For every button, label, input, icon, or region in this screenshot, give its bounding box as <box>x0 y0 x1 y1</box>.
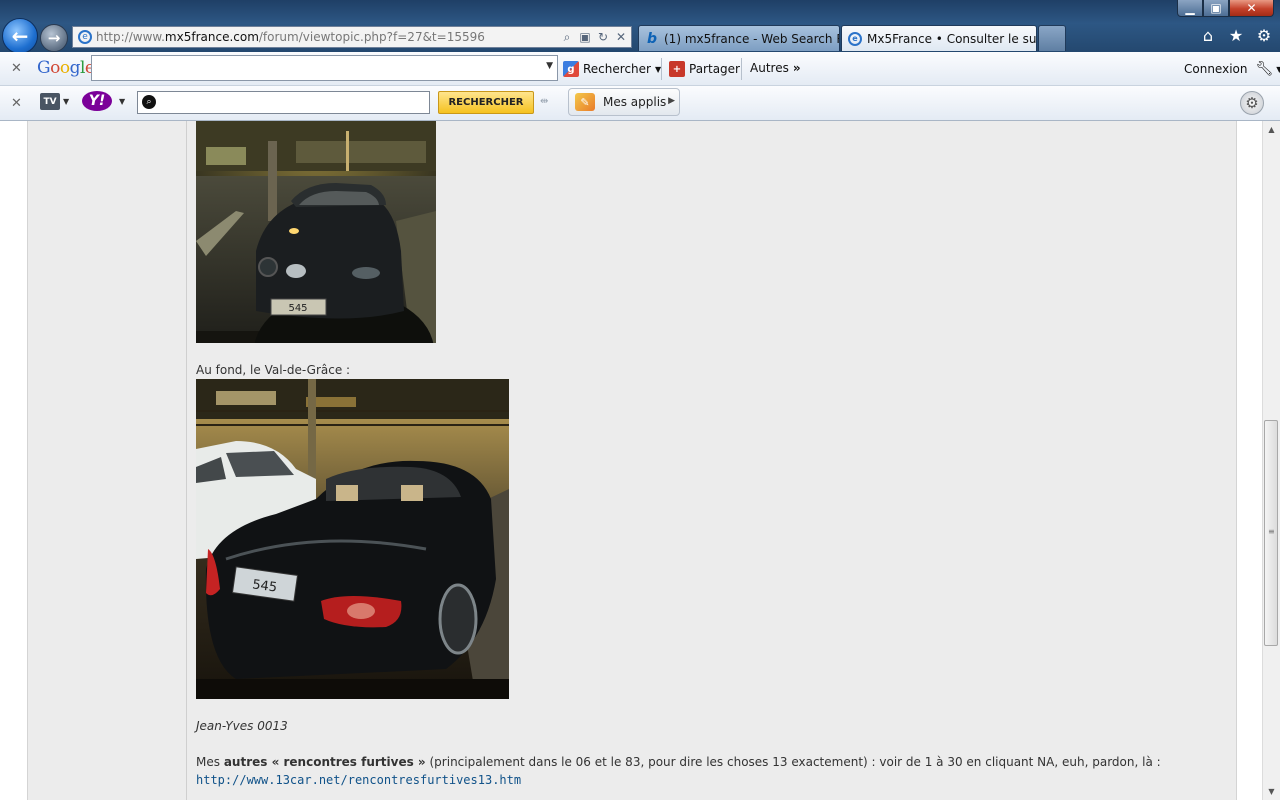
scrollbar-thumb[interactable]: ≡ <box>1264 420 1278 646</box>
logo-letter: g <box>69 58 81 78</box>
title-bar: ← → e http://www.mx5france.com/forum/vie… <box>0 0 1280 54</box>
car-front-photo[interactable]: 545 <box>196 121 436 343</box>
google-rechercher-button[interactable]: g Rechercher ▼ <box>563 61 661 77</box>
close-toolbar-icon[interactable]: ✕ <box>11 96 22 111</box>
close-toolbar-icon[interactable]: ✕ <box>11 61 22 76</box>
mes-applis-label: Mes applis <box>603 95 667 109</box>
chevron-down-icon[interactable]: ▼ <box>119 97 125 106</box>
search-dropdown-icon[interactable]: ⌕ <box>559 30 575 45</box>
car-rear-photo-svg: 545 <box>196 379 509 699</box>
autres-button[interactable]: Autres » <box>750 61 801 75</box>
post-divider <box>186 121 187 800</box>
yahoo-logo[interactable]: Y! <box>82 91 112 111</box>
logo-letter: G <box>37 58 51 78</box>
bing-icon: b <box>646 30 658 47</box>
car-rear-photo[interactable]: 545 <box>196 379 509 699</box>
double-chevron-icon: » <box>792 61 801 75</box>
close-button[interactable]: ✕ <box>1229 0 1274 17</box>
tab-bing-search[interactable]: b (1) mx5france - Web Search Re... <box>638 25 840 51</box>
tools-gear-icon[interactable]: ⚙ <box>1254 26 1274 45</box>
footer-bold: autres « rencontres furtives » <box>223 755 426 769</box>
scroll-up-arrow-icon[interactable]: ▲ <box>1263 121 1280 138</box>
car-front-photo-svg: 545 <box>196 121 436 343</box>
photo-caption: Au fond, le Val-de-Grâce : <box>196 363 351 377</box>
connexion-button[interactable]: Connexion 🔧︎ ▼ <box>1184 61 1280 77</box>
chevron-down-icon[interactable]: ▼ <box>63 97 69 106</box>
resize-handle-icon[interactable]: ⇹ <box>540 96 548 107</box>
favorites-star-icon[interactable]: ★ <box>1226 26 1246 45</box>
tab-label: (1) mx5france - Web Search Re... <box>664 31 839 46</box>
tab-mx5france[interactable]: e Mx5France • Consulter le su... <box>841 25 1037 51</box>
mes-applis-button[interactable]: ✎ Mes applis ▶ <box>568 88 680 116</box>
apps-icon: ✎ <box>575 93 595 111</box>
connexion-label: Connexion <box>1184 62 1248 76</box>
divider <box>741 58 742 80</box>
yahoo-search-input[interactable]: ⌕ <box>137 91 430 114</box>
footer-prefix: Mes <box>196 755 224 769</box>
grip-icon: ≡ <box>1268 527 1275 536</box>
forward-button[interactable]: → <box>40 24 68 52</box>
plate-text: 545 <box>288 303 307 314</box>
settings-gear-icon[interactable]: ⚙ <box>1240 91 1264 115</box>
search-icon: ⌕ <box>142 95 156 109</box>
rencontres-furtives-link[interactable]: http://www.13car.net/rencontresfurtives1… <box>196 773 521 787</box>
browser-command-icons: ⌂ ★ ⚙ <box>1198 26 1274 45</box>
maximize-button[interactable]: ▣ <box>1203 0 1229 17</box>
chevron-down-icon[interactable]: ▼ <box>1276 65 1280 74</box>
chevron-right-icon: ▶ <box>668 96 675 106</box>
post-signature: Jean-Yves 0013 <box>196 719 288 733</box>
refresh-icon[interactable]: ↻ <box>595 30 611 44</box>
vertical-scrollbar[interactable]: ▲ ≡ ▼ <box>1262 121 1280 800</box>
new-tab-button[interactable] <box>1038 25 1066 51</box>
post-footer-text: Mes autres « rencontres furtives » (prin… <box>196 755 1161 769</box>
partager-label: Partager <box>689 62 740 76</box>
address-bar[interactable]: e http://www.mx5france.com/forum/viewtop… <box>72 26 632 48</box>
address-url[interactable]: http://www.mx5france.com/forum/viewtopic… <box>96 30 559 44</box>
minimize-button[interactable]: ▁ <box>1177 0 1203 17</box>
page-viewport: 545 Au fond, le Val-de-Grâce : 545 Jean-… <box>0 121 1262 800</box>
rechercher-label: Rechercher <box>583 62 651 76</box>
footer-rest: (principalement dans le 06 et le 83, pou… <box>425 755 1161 769</box>
partager-button[interactable]: + Partager <box>669 61 740 77</box>
tab-label: Mx5France • Consulter le su... <box>867 31 1037 46</box>
stop-icon[interactable]: ✕ <box>613 30 629 44</box>
back-arrow-icon: ← <box>11 24 29 48</box>
wrench-icon[interactable]: 🔧︎ <box>1256 61 1274 77</box>
google-search-input[interactable]: ▼ <box>91 55 558 81</box>
share-icon: + <box>669 61 685 77</box>
logo-letter: o <box>50 58 60 78</box>
tv-icon[interactable]: TV <box>40 93 60 110</box>
divider <box>661 58 662 80</box>
google-search-icon: g <box>563 61 579 77</box>
yahoo-rechercher-button[interactable]: RECHERCHER <box>438 91 534 114</box>
logo-letter: o <box>59 58 70 78</box>
ie-page-icon: e <box>78 30 92 44</box>
window-controls: ▁ ▣ ✕ <box>1177 0 1274 18</box>
google-logo[interactable]: Google <box>37 58 95 78</box>
ie-icon: e <box>848 31 862 46</box>
scroll-down-arrow-icon[interactable]: ▼ <box>1263 783 1280 800</box>
back-button[interactable]: ← <box>2 18 38 54</box>
forward-arrow-icon: → <box>47 29 61 47</box>
compatibility-view-icon[interactable]: ▣ <box>577 30 593 44</box>
autres-label: Autres <box>750 61 789 75</box>
home-icon[interactable]: ⌂ <box>1198 26 1218 45</box>
chevron-down-icon[interactable]: ▼ <box>546 61 553 71</box>
